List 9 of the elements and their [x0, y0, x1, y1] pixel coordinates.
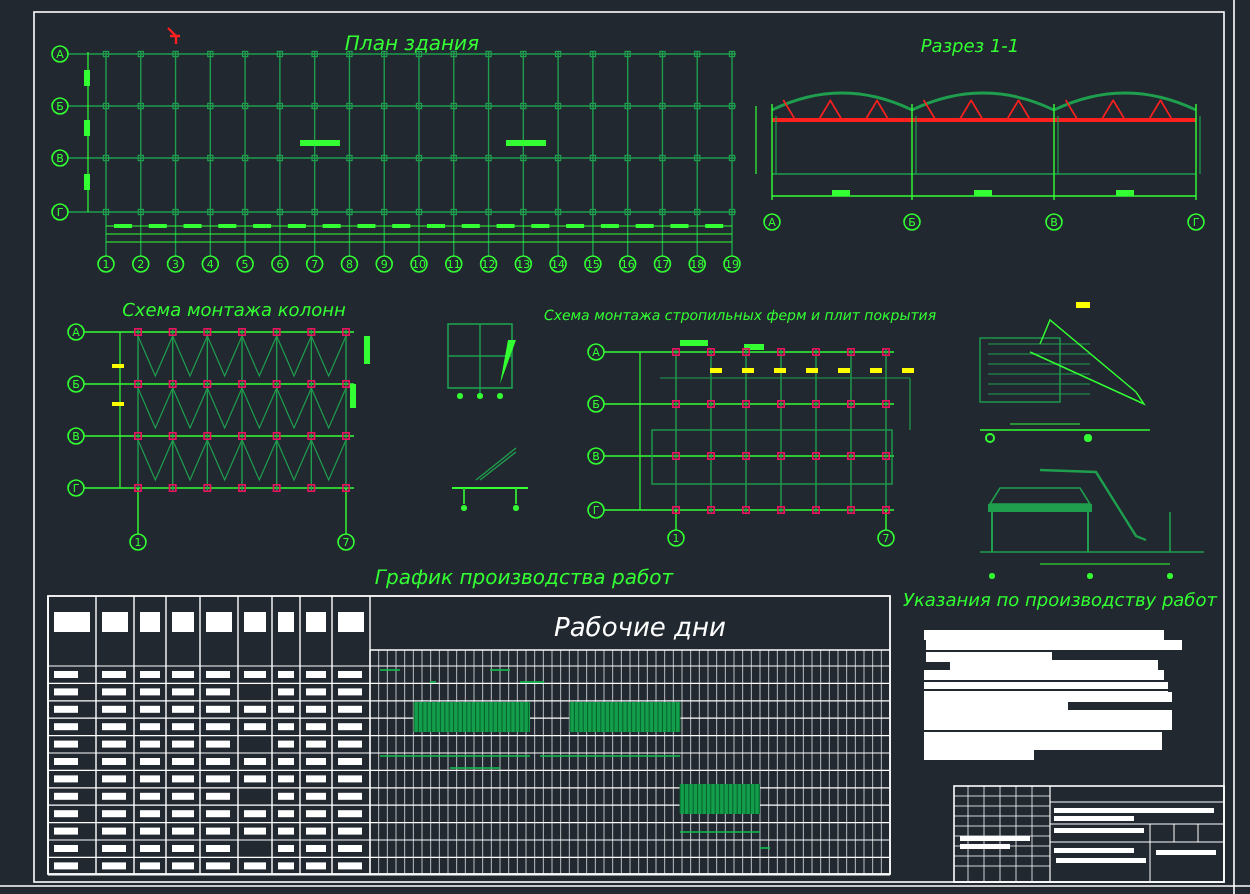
drawing-title: График производства работ: [374, 568, 674, 590]
days-header: Рабочие дни: [554, 614, 726, 644]
crane-plan-drawing: [447, 323, 516, 399]
section-mark-icon: [166, 26, 182, 46]
crane-elevation-drawing: [451, 447, 529, 511]
drawing-title: Разрез 1-1: [920, 38, 1020, 58]
drawing-title: Схема монтажа колонн: [122, 302, 346, 322]
drawing-title: План здания: [344, 34, 480, 56]
drawing-title: Указания по производству работ: [903, 592, 1217, 612]
